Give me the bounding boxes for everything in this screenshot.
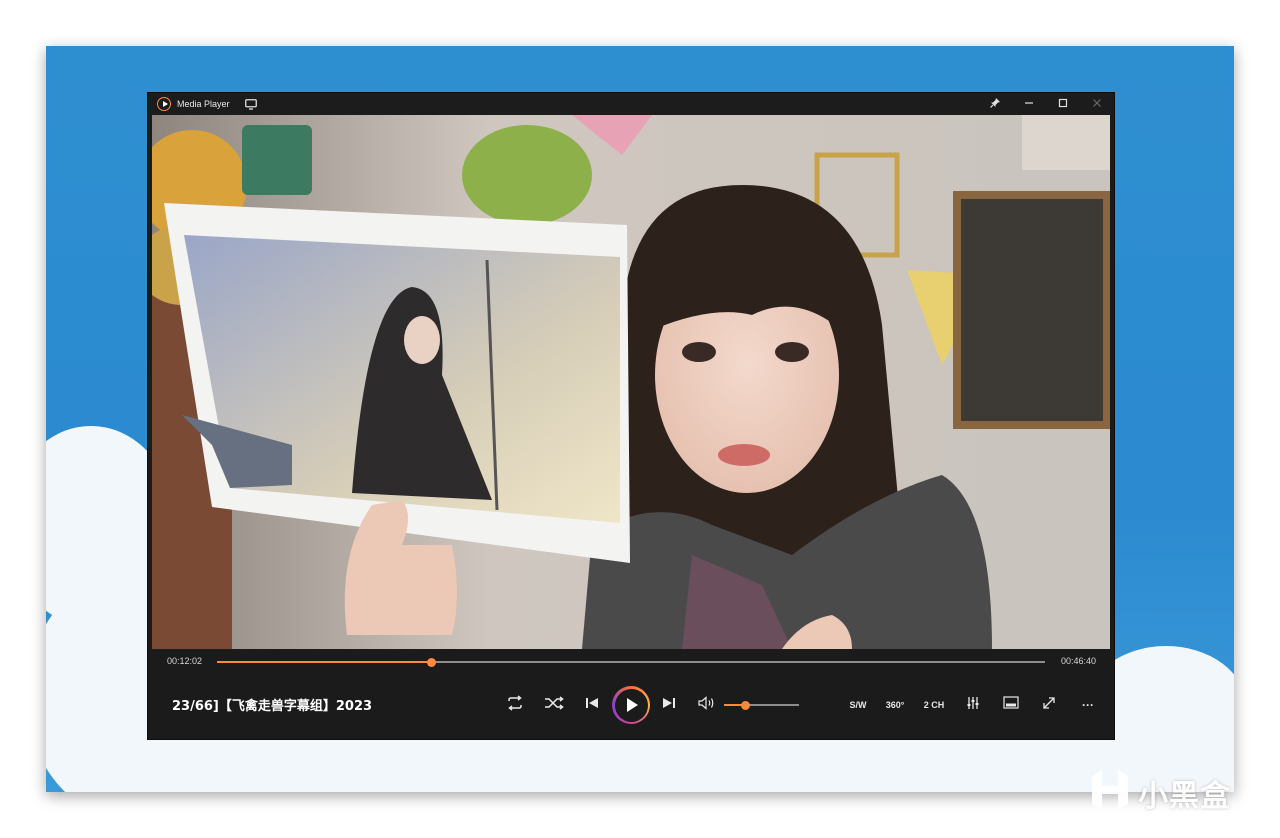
volume-slider[interactable] — [724, 701, 799, 710]
seek-slider[interactable] — [217, 658, 1045, 667]
skip-previous-icon — [585, 696, 599, 714]
pin-button[interactable] — [978, 93, 1012, 115]
fullscreen-icon — [1042, 696, 1056, 715]
shuffle-button[interactable] — [542, 693, 566, 717]
volume-icon — [698, 695, 716, 715]
seek-progress-fill — [217, 661, 431, 663]
miniplayer-icon — [1003, 696, 1019, 714]
volume-thumb[interactable] — [741, 701, 750, 710]
miniplayer-button[interactable] — [999, 693, 1023, 717]
minimize-button[interactable] — [1012, 93, 1046, 115]
shuffle-icon — [544, 695, 564, 716]
audio-channel-button[interactable]: 2 CH — [918, 695, 950, 715]
video-still-image — [152, 115, 1110, 649]
play-button[interactable] — [612, 686, 650, 724]
repeat-icon — [505, 694, 525, 716]
total-duration: 00:46:40 — [1060, 656, 1096, 666]
repeat-button[interactable] — [503, 693, 527, 717]
next-button[interactable] — [658, 693, 680, 717]
seek-thumb[interactable] — [426, 658, 436, 667]
vr-360-button[interactable]: 360° — [880, 695, 910, 715]
control-bar: 23/66]【飞禽走兽字幕组】2023 S/W 360° 2 CH ··· — [148, 681, 1114, 729]
more-options-button[interactable]: ··· — [1076, 693, 1100, 717]
title-bar[interactable]: Media Player — [148, 93, 1114, 115]
watermark-text: 小黑盒 — [1138, 778, 1231, 814]
watermark-logo-icon — [1088, 770, 1132, 815]
watermark: 小黑盒 — [1088, 770, 1231, 815]
close-icon — [1092, 98, 1102, 111]
equalizer-button[interactable] — [962, 693, 984, 717]
pin-icon — [990, 97, 1000, 111]
cast-screen-icon[interactable] — [244, 97, 258, 111]
current-time: 00:12:02 — [167, 656, 203, 666]
previous-button[interactable] — [581, 693, 603, 717]
maximize-button[interactable] — [1046, 93, 1080, 115]
video-frame[interactable] — [152, 115, 1110, 649]
play-icon — [614, 688, 648, 722]
media-player-window[interactable]: Media Player 00:12:02 00:46:40 23/66]【飞禽… — [148, 93, 1114, 739]
volume-button[interactable] — [696, 693, 718, 717]
app-title: Media Player — [177, 99, 230, 109]
subtitle-button[interactable]: S/W — [842, 695, 874, 715]
minimize-icon — [1024, 98, 1034, 111]
skip-next-icon — [662, 696, 676, 714]
now-playing-title: 23/66]【飞禽走兽字幕组】2023 — [172, 699, 373, 714]
maximize-icon — [1058, 98, 1068, 111]
equalizer-icon — [966, 696, 980, 715]
seek-bar-row: 00:12:02 00:46:40 — [148, 651, 1114, 673]
fullscreen-button[interactable] — [1037, 693, 1061, 717]
media-player-logo-icon — [157, 97, 171, 111]
close-button[interactable] — [1080, 93, 1114, 115]
